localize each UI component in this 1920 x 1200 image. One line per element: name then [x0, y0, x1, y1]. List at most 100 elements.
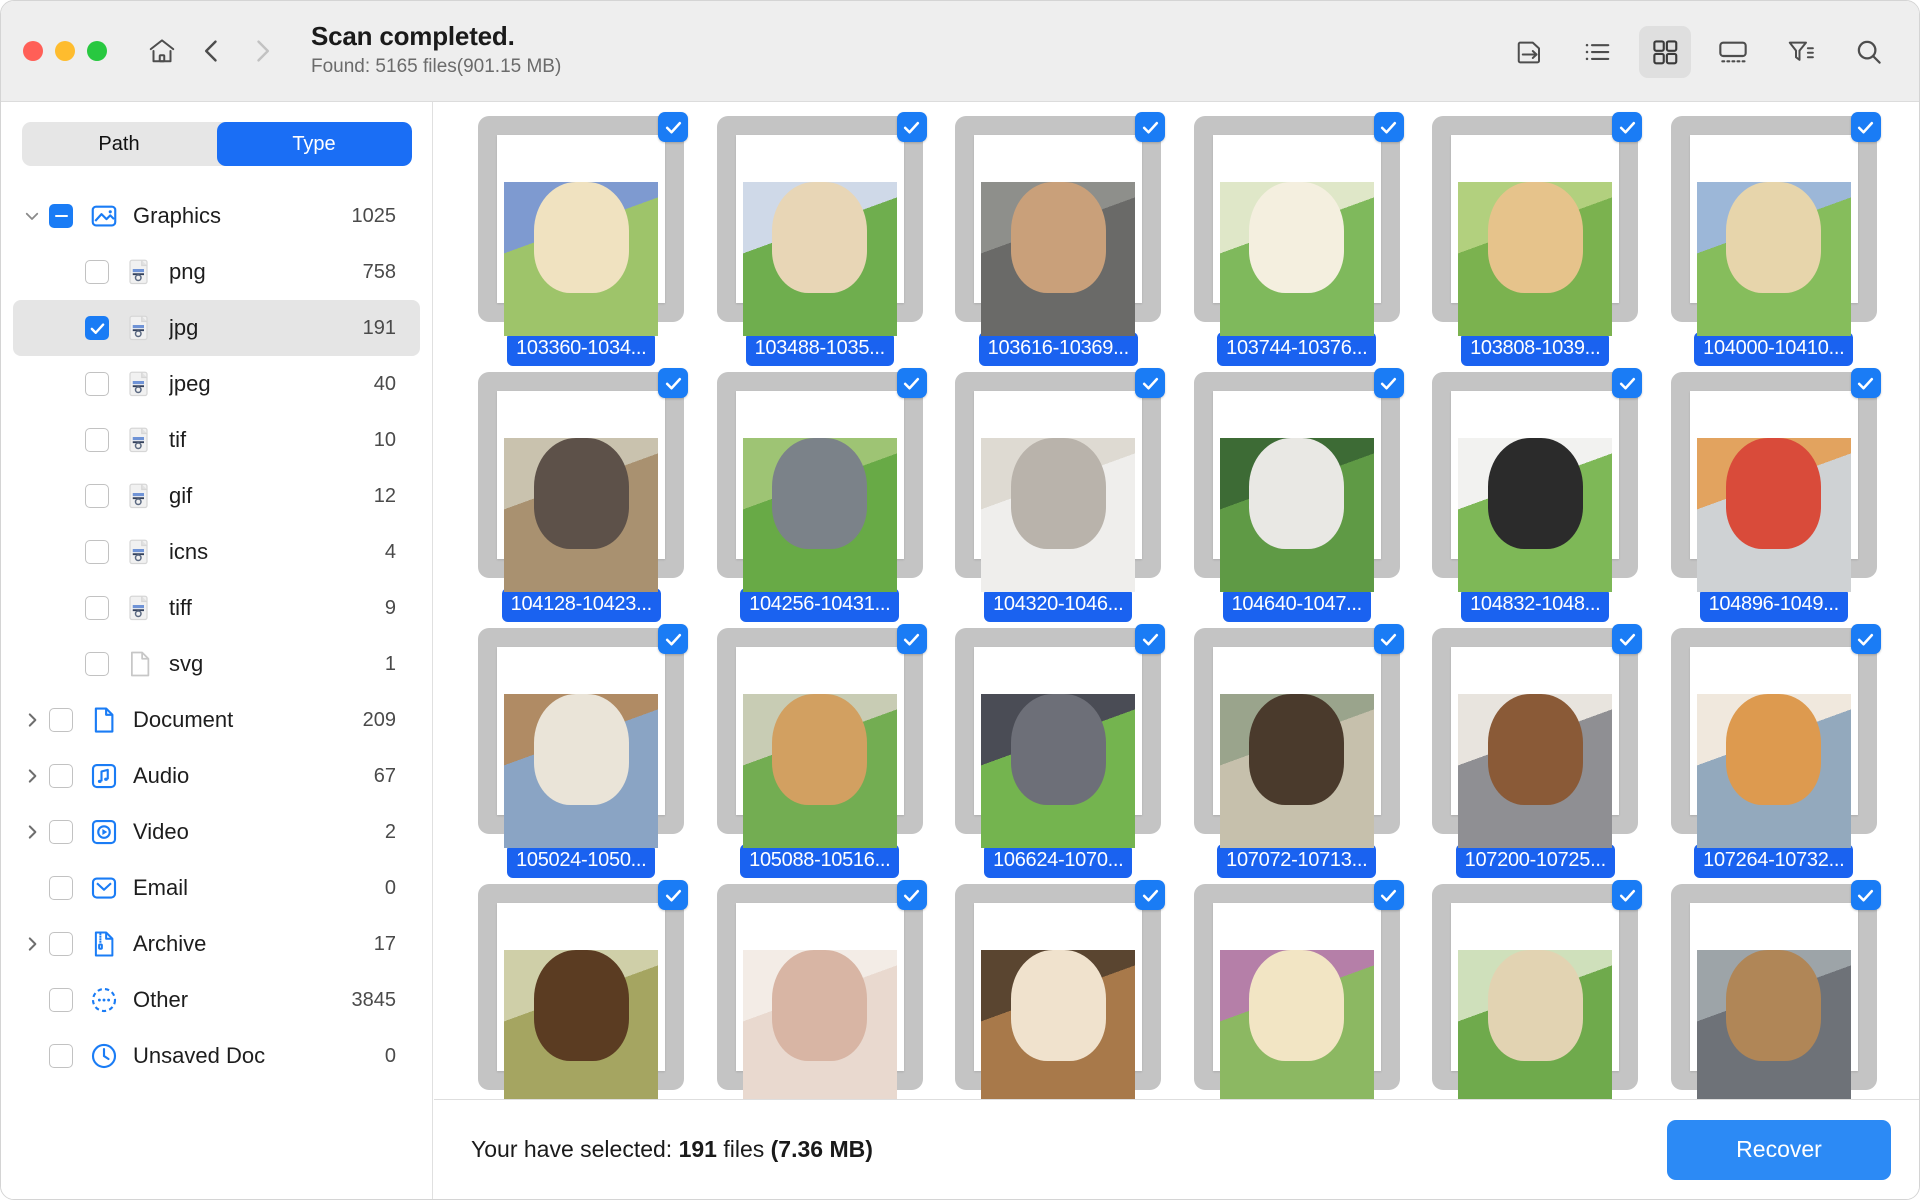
tree-checkbox[interactable]: [85, 652, 109, 676]
thumbnail-tile[interactable]: 107200-10725...: [1416, 624, 1655, 878]
thumbnail-tile[interactable]: 107264-10732...: [1655, 624, 1894, 878]
thumbnail-tile[interactable]: [1416, 880, 1655, 1101]
thumbnail-frame[interactable]: [478, 624, 689, 849]
tree-item-tiff[interactable]: tiff 9: [13, 580, 420, 636]
tile-checkbox[interactable]: [658, 624, 689, 654]
thumbnail-frame[interactable]: [716, 880, 927, 1101]
thumbnail-tile[interactable]: [939, 880, 1178, 1101]
tile-checkbox[interactable]: [1135, 624, 1166, 654]
tree-twisty[interactable]: [19, 767, 45, 785]
thumbnail-frame[interactable]: [1432, 880, 1643, 1101]
segment-type[interactable]: Type: [216, 122, 412, 166]
tree-item-jpg[interactable]: jpg 191: [13, 300, 420, 356]
thumbnail-frame[interactable]: [1193, 112, 1404, 337]
tile-checkbox[interactable]: [1373, 368, 1404, 398]
tile-checkbox[interactable]: [658, 112, 689, 142]
thumbnail-tile[interactable]: 107072-10713...: [1178, 624, 1417, 878]
tile-checkbox[interactable]: [1850, 368, 1881, 398]
tile-checkbox[interactable]: [1373, 624, 1404, 654]
thumbnail-frame[interactable]: [1193, 624, 1404, 849]
tree-item-archive[interactable]: Archive 17: [13, 916, 420, 972]
forward-button[interactable]: [239, 28, 285, 74]
tree-checkbox[interactable]: [85, 596, 109, 620]
tree-checkbox[interactable]: [49, 820, 73, 844]
thumbnail-frame[interactable]: [1193, 368, 1404, 593]
thumbnail-grid-panel[interactable]: 103360-1034... 103488-1035... 103616-10369…: [434, 102, 1919, 1101]
tree-item-svg[interactable]: svg 1: [13, 636, 420, 692]
thumbnail-frame[interactable]: [1432, 112, 1643, 337]
thumbnail-tile[interactable]: 103488-1035...: [701, 112, 940, 366]
thumbnail-tile[interactable]: [462, 880, 701, 1101]
thumbnail-tile[interactable]: 106624-1070...: [939, 624, 1178, 878]
recover-button[interactable]: Recover: [1667, 1119, 1891, 1180]
thumbnail-frame[interactable]: [478, 112, 689, 337]
tree-checkbox[interactable]: [49, 988, 73, 1012]
tree-checkbox[interactable]: [49, 764, 73, 788]
thumbnail-tile[interactable]: 104320-1046...: [939, 368, 1178, 622]
tile-checkbox[interactable]: [1373, 112, 1404, 142]
thumbnail-tile[interactable]: [701, 880, 940, 1101]
tree-item-video[interactable]: Video 2: [13, 804, 420, 860]
export-button[interactable]: [1503, 26, 1555, 78]
thumbnail-frame[interactable]: [1432, 624, 1643, 849]
thumbnail-frame[interactable]: [955, 112, 1166, 337]
tree-item-icns[interactable]: icns 4: [13, 524, 420, 580]
thumbnail-frame[interactable]: [955, 880, 1166, 1101]
tile-checkbox[interactable]: [1612, 880, 1643, 910]
tile-checkbox[interactable]: [896, 880, 927, 910]
tree-item-other[interactable]: Other 3845: [13, 972, 420, 1028]
tile-checkbox[interactable]: [1373, 880, 1404, 910]
tree-item-gif[interactable]: gif 12: [13, 468, 420, 524]
tree-checkbox[interactable]: [49, 708, 73, 732]
tree-item-document[interactable]: Document 209: [13, 692, 420, 748]
thumbnail-frame[interactable]: [1670, 624, 1881, 849]
thumbnail-tile[interactable]: 103744-10376...: [1178, 112, 1417, 366]
thumbnail-tile[interactable]: 105024-1050...: [462, 624, 701, 878]
tree-item-audio[interactable]: Audio 67: [13, 748, 420, 804]
thumbnail-tile[interactable]: 103808-1039...: [1416, 112, 1655, 366]
tile-checkbox[interactable]: [1612, 368, 1643, 398]
filter-button[interactable]: [1775, 26, 1827, 78]
tree-checkbox[interactable]: [49, 932, 73, 956]
thumbnail-tile[interactable]: 104832-1048...: [1416, 368, 1655, 622]
thumbnail-tile[interactable]: 104000-10410...: [1655, 112, 1894, 366]
search-button[interactable]: [1843, 26, 1895, 78]
back-button[interactable]: [189, 28, 235, 74]
tree-twisty[interactable]: [19, 935, 45, 953]
tree-item-email[interactable]: Email 0: [13, 860, 420, 916]
thumbnail-frame[interactable]: [478, 880, 689, 1101]
zoom-button[interactable]: [87, 41, 107, 61]
home-button[interactable]: [139, 28, 185, 74]
thumbnail-tile[interactable]: 105088-10516...: [701, 624, 940, 878]
thumbnail-frame[interactable]: [716, 112, 927, 337]
tree-item-graphics[interactable]: Graphics 1025: [13, 188, 420, 244]
tile-checkbox[interactable]: [896, 112, 927, 142]
gallery-view-button[interactable]: [1707, 26, 1759, 78]
tile-checkbox[interactable]: [896, 624, 927, 654]
tree-checkbox[interactable]: [85, 484, 109, 508]
tree-checkbox[interactable]: [85, 372, 109, 396]
tree-item-jpeg[interactable]: jpeg 40: [13, 356, 420, 412]
tile-checkbox[interactable]: [896, 368, 927, 398]
tree-twisty[interactable]: [19, 823, 45, 841]
tree-item-png[interactable]: png 758: [13, 244, 420, 300]
close-button[interactable]: [23, 41, 43, 61]
tree-twisty[interactable]: [19, 711, 45, 729]
tile-checkbox[interactable]: [1135, 368, 1166, 398]
tree-twisty[interactable]: [19, 207, 45, 225]
segment-path[interactable]: Path: [22, 122, 217, 166]
tree-checkbox[interactable]: [85, 540, 109, 564]
tile-checkbox[interactable]: [658, 368, 689, 398]
thumbnail-frame[interactable]: [955, 368, 1166, 593]
tile-checkbox[interactable]: [1612, 624, 1643, 654]
tile-checkbox[interactable]: [1612, 112, 1643, 142]
tree-checkbox[interactable]: [85, 316, 109, 340]
tile-checkbox[interactable]: [1135, 112, 1166, 142]
thumbnail-frame[interactable]: [1670, 112, 1881, 337]
thumbnail-frame[interactable]: [716, 624, 927, 849]
thumbnail-tile[interactable]: 104256-10431...: [701, 368, 940, 622]
thumbnail-tile[interactable]: 103360-1034...: [462, 112, 701, 366]
thumbnail-frame[interactable]: [1193, 880, 1404, 1101]
thumbnail-frame[interactable]: [716, 368, 927, 593]
thumbnail-tile[interactable]: [1655, 880, 1894, 1101]
